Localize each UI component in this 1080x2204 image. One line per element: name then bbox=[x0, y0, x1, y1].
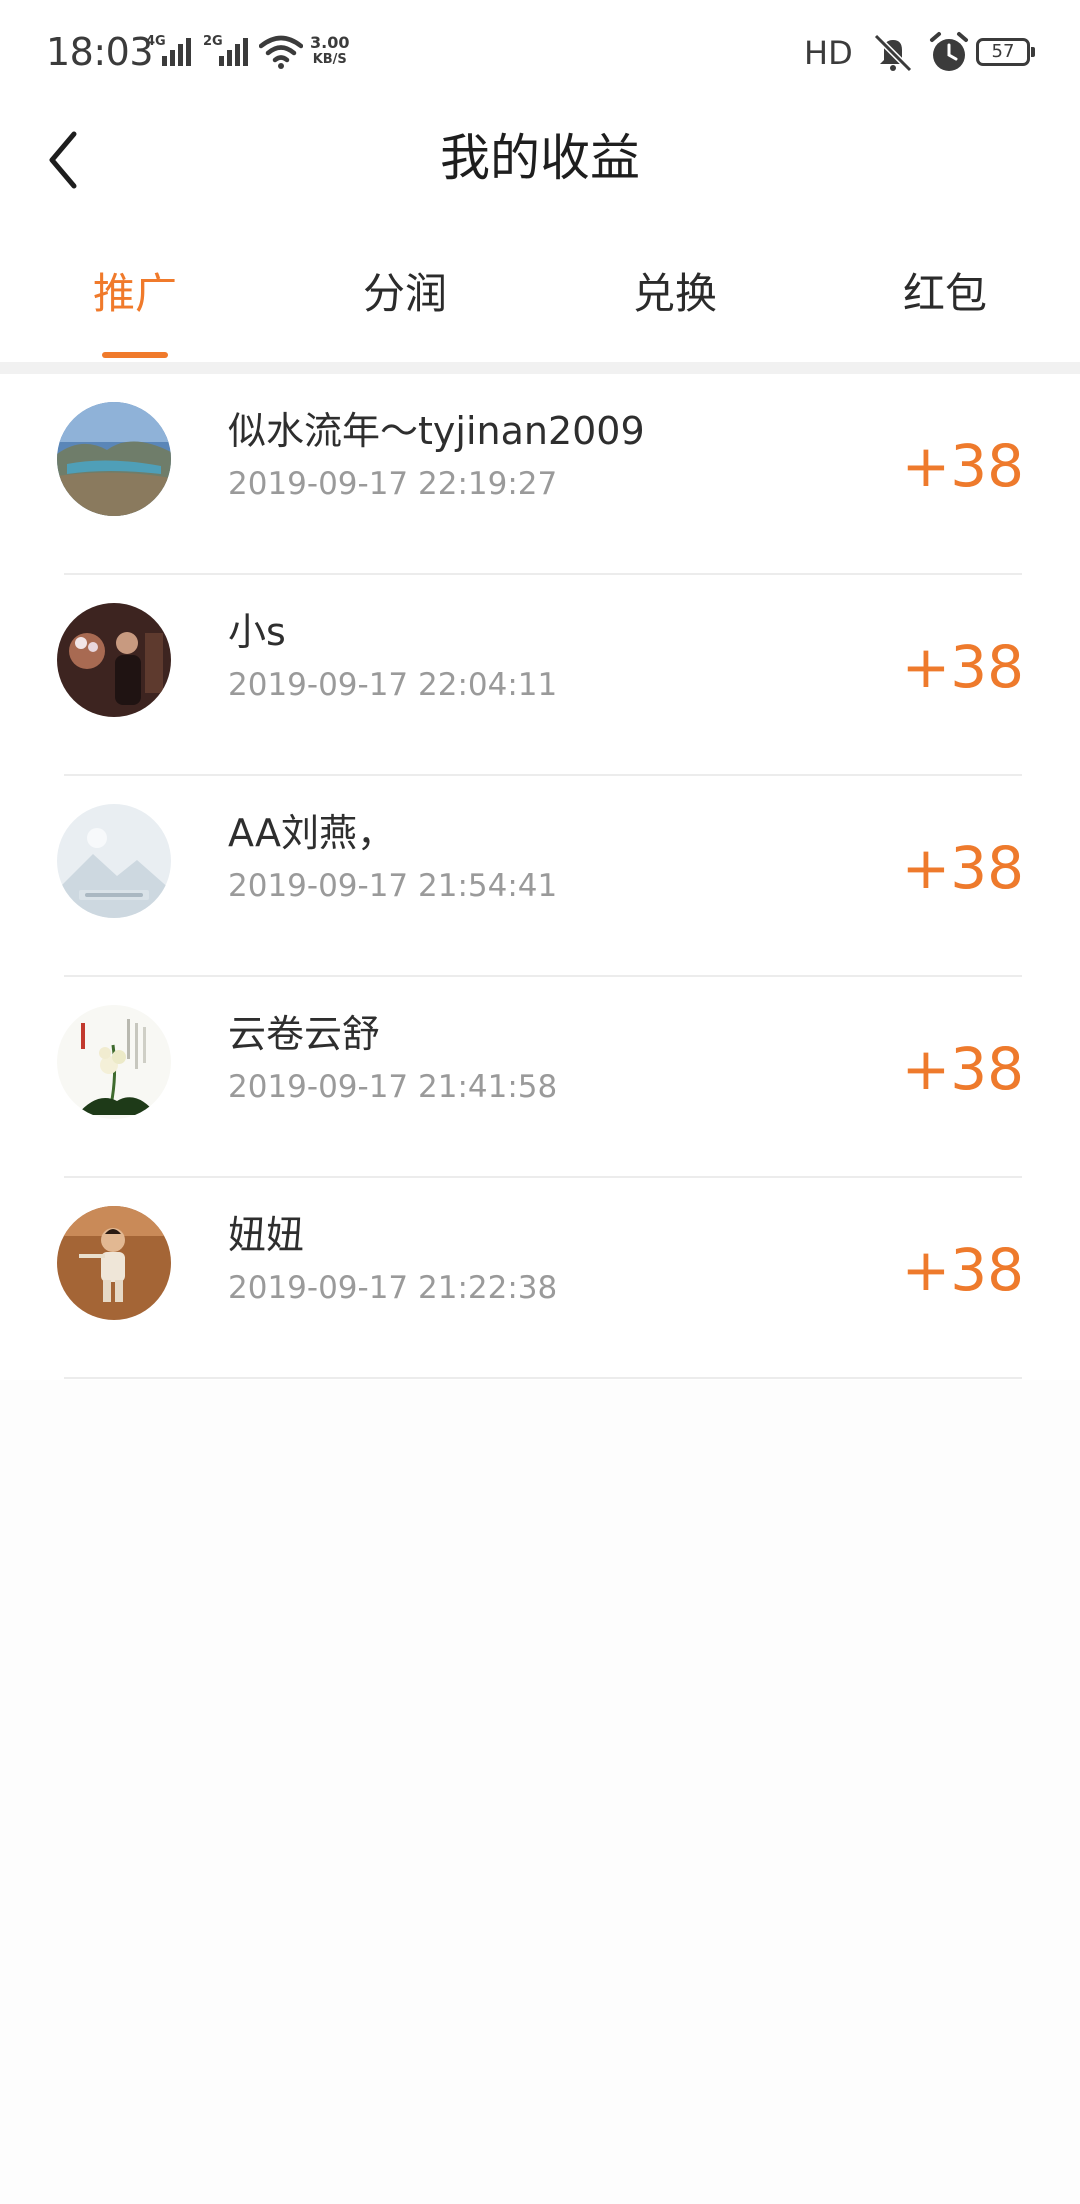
active-tab-indicator bbox=[102, 352, 168, 358]
timestamp: 2019-09-17 22:19:27 bbox=[228, 466, 558, 502]
cellular-signal-2-icon: 2G bbox=[203, 34, 251, 70]
network-speed: 3.00 KB/S bbox=[310, 34, 349, 68]
avatar bbox=[57, 804, 171, 918]
timestamp: 2019-09-17 21:54:41 bbox=[228, 868, 558, 904]
tab-red-packet[interactable]: 红包 bbox=[810, 240, 1080, 364]
avatar bbox=[57, 603, 171, 717]
tab-exchange[interactable]: 兑换 bbox=[540, 240, 810, 364]
tab-profit-share[interactable]: 分润 bbox=[270, 240, 540, 364]
status-time: 18:03 bbox=[46, 30, 154, 74]
list-item[interactable]: 似水流年～tyjinan2009 2019-09-17 22:19:27 +38 bbox=[0, 374, 1080, 575]
list-item[interactable]: 妞妞 2019-09-17 21:22:38 +38 bbox=[0, 1178, 1080, 1379]
user-name: 小s bbox=[228, 610, 286, 654]
earnings-list: 似水流年～tyjinan2009 2019-09-17 22:19:27 +38… bbox=[0, 374, 1080, 1379]
speed-unit: KB/S bbox=[312, 52, 347, 67]
cellular-signal-icon: 4G bbox=[146, 34, 194, 70]
timestamp: 2019-09-17 21:22:38 bbox=[228, 1270, 558, 1306]
timestamp: 2019-09-17 21:41:58 bbox=[228, 1069, 558, 1105]
tab-label: 推广 bbox=[92, 269, 177, 318]
section-divider bbox=[0, 362, 1080, 374]
tab-label: 分润 bbox=[362, 269, 447, 318]
avatar bbox=[57, 402, 171, 516]
user-name: 似水流年～tyjinan2009 bbox=[228, 409, 645, 453]
row-divider bbox=[64, 1377, 1022, 1379]
list-item[interactable]: AA刘燕， 2019-09-17 21:54:41 +38 bbox=[0, 776, 1080, 977]
tab-label: 红包 bbox=[902, 269, 987, 318]
earning-amount: +38 bbox=[901, 1035, 1024, 1103]
earning-amount: +38 bbox=[901, 834, 1024, 902]
user-name: 妞妞 bbox=[228, 1213, 305, 1257]
avatar bbox=[57, 1206, 171, 1320]
avatar bbox=[57, 1005, 171, 1119]
wifi-icon bbox=[259, 35, 303, 69]
mute-bell-icon bbox=[873, 33, 913, 73]
header: 我的收益 bbox=[0, 108, 1080, 226]
tab-label: 兑换 bbox=[632, 269, 717, 318]
battery-level: 57 bbox=[991, 41, 1015, 62]
hd-indicator: HD bbox=[804, 34, 853, 72]
earning-amount: +38 bbox=[901, 1236, 1024, 1304]
earning-amount: +38 bbox=[901, 633, 1024, 701]
user-name: 云卷云舒 bbox=[228, 1012, 381, 1056]
tab-bar: 推广 分润 兑换 红包 bbox=[0, 240, 1080, 364]
timestamp: 2019-09-17 22:04:11 bbox=[228, 667, 558, 703]
earning-amount: +38 bbox=[901, 432, 1024, 500]
alarm-clock-icon bbox=[930, 32, 968, 71]
page-title: 我的收益 bbox=[440, 129, 640, 187]
user-name: AA刘燕， bbox=[228, 811, 396, 855]
battery-icon: 57 bbox=[976, 38, 1035, 66]
empty-list-area bbox=[0, 1380, 1080, 2204]
speed-value: 3.00 bbox=[310, 33, 350, 52]
status-bar: 18:03 4G 2G 3.00 KB/S HD 57 bbox=[0, 0, 1080, 108]
list-item[interactable]: 小s 2019-09-17 22:04:11 +38 bbox=[0, 575, 1080, 776]
tab-promotion[interactable]: 推广 bbox=[0, 240, 270, 364]
list-item[interactable]: 云卷云舒 2019-09-17 21:41:58 +38 bbox=[0, 977, 1080, 1178]
